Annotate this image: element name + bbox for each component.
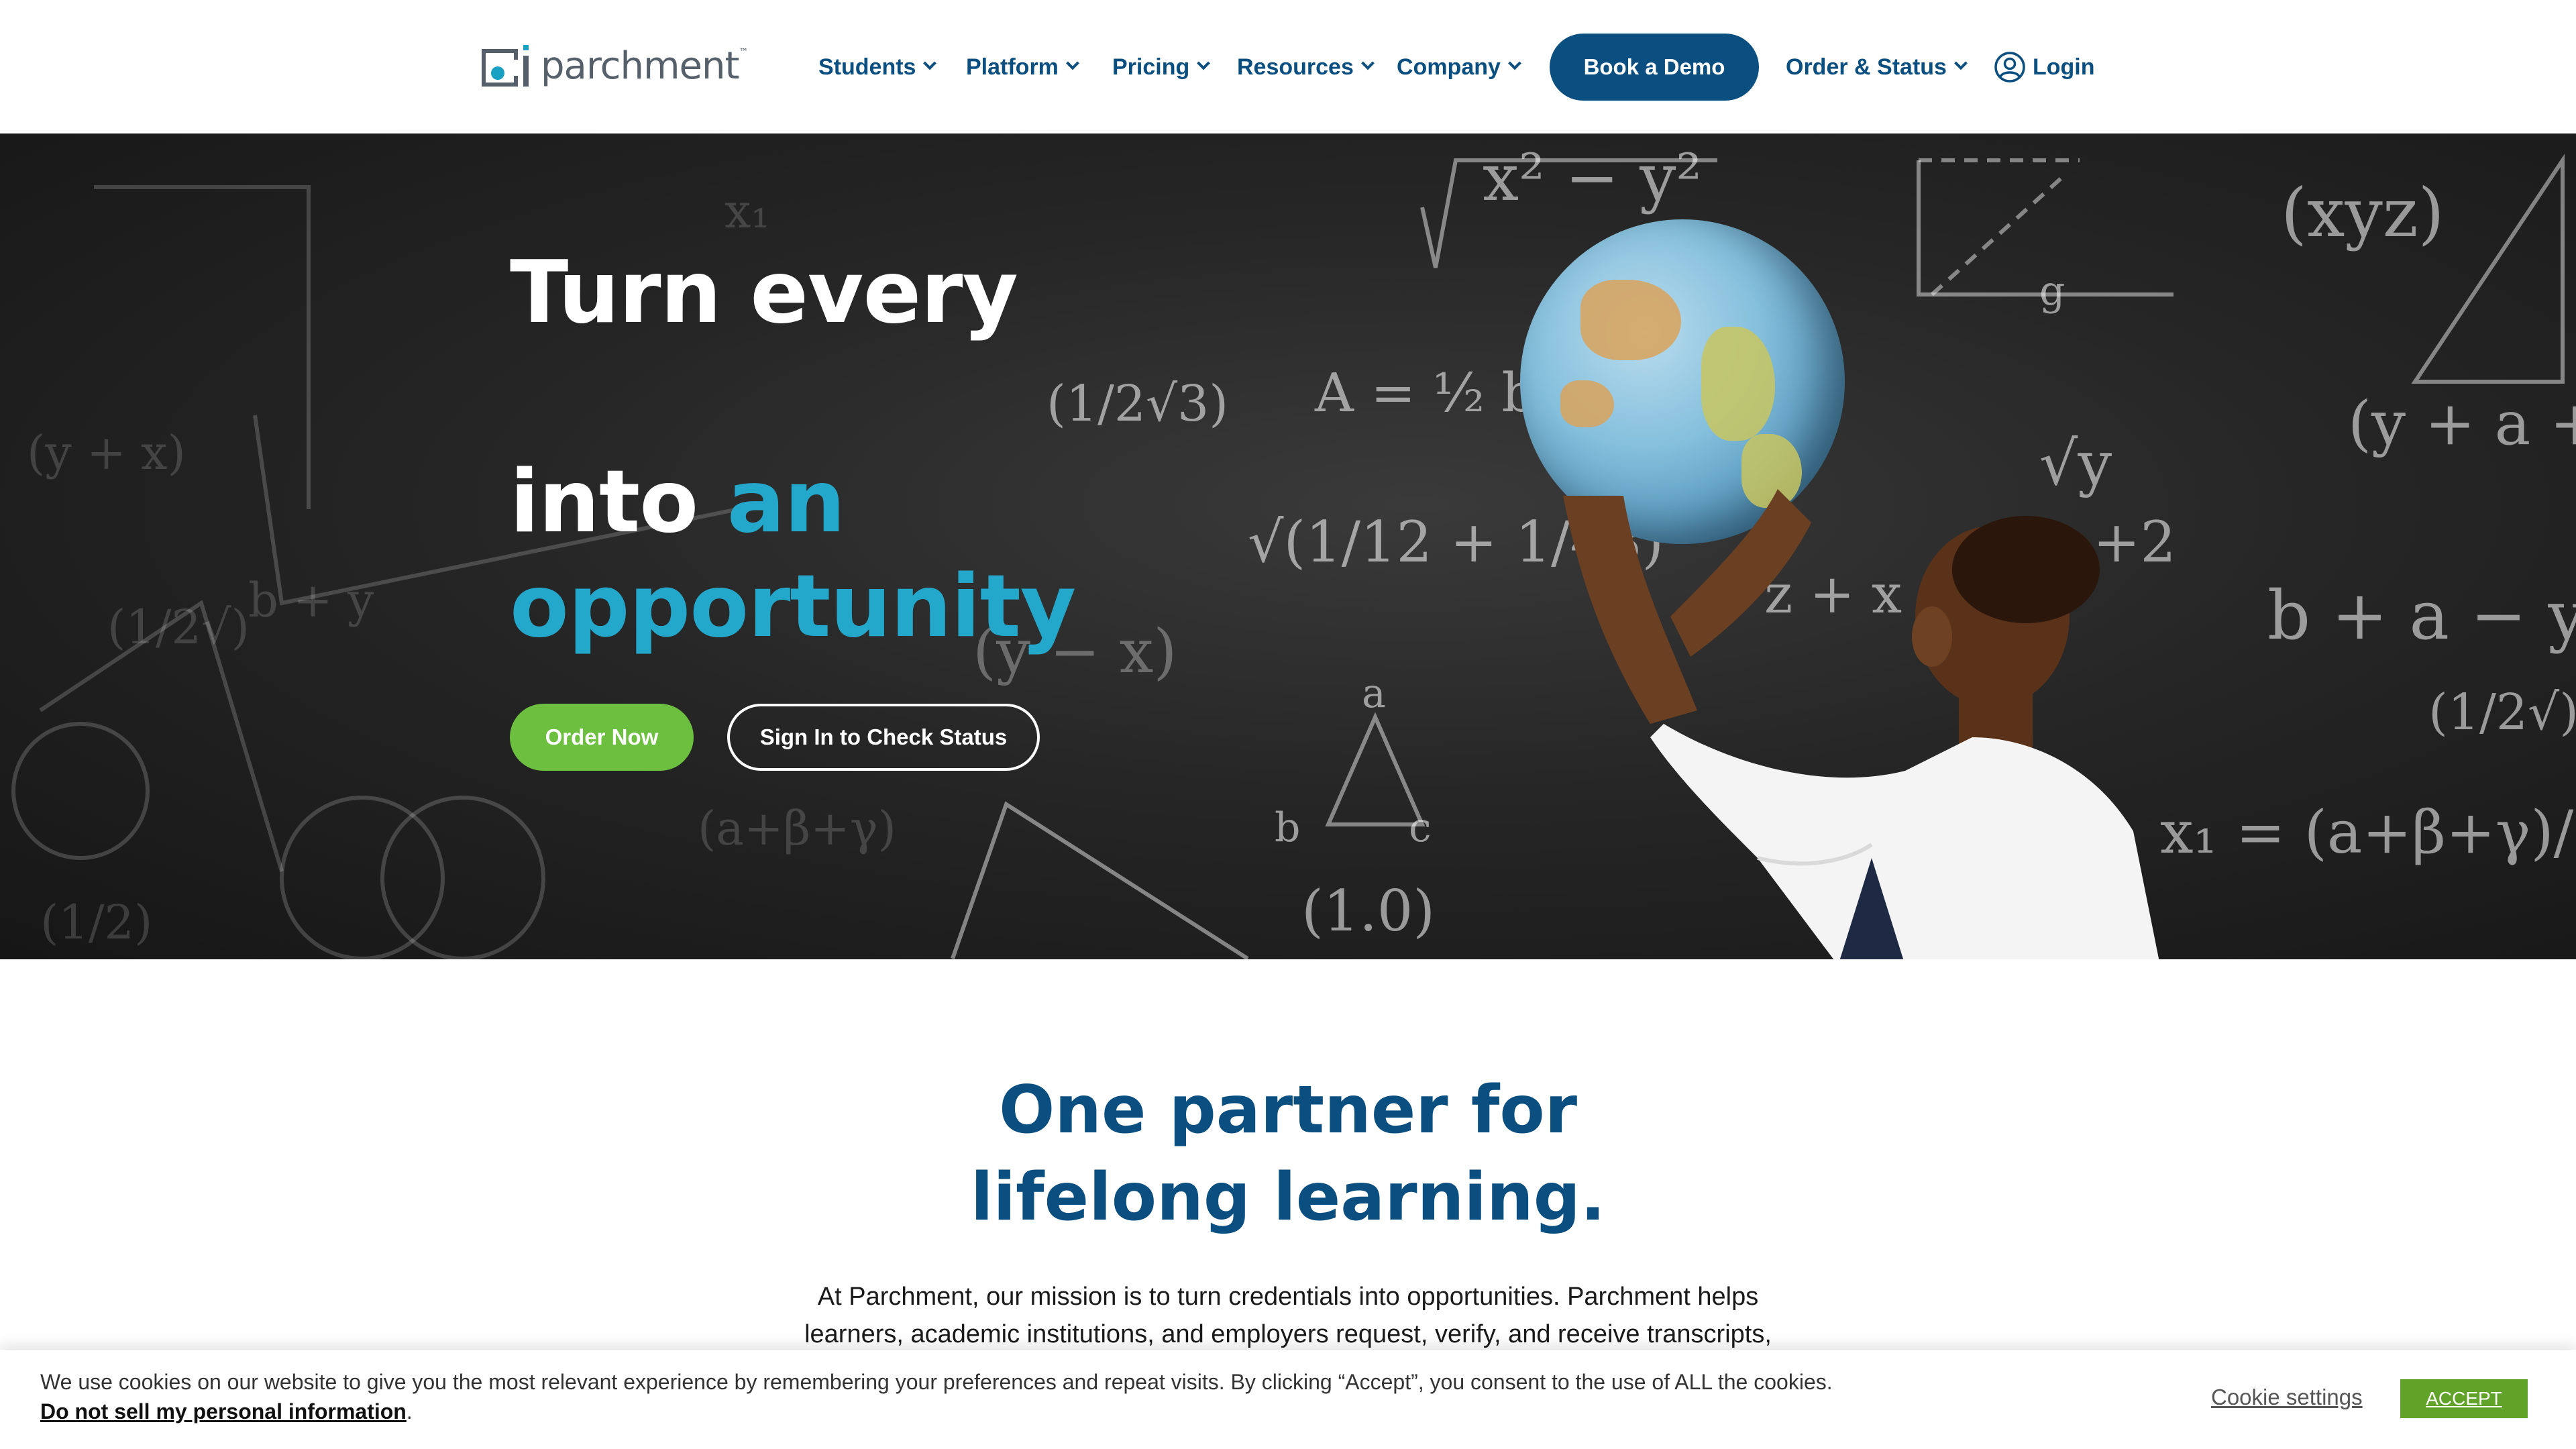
chevron-down-icon: [1197, 56, 1211, 70]
svg-text:x₁: x₁: [724, 184, 770, 239]
nav-resources[interactable]: Resources: [1237, 34, 1375, 101]
chevron-down-icon: [923, 56, 937, 70]
svg-text:(1/2): (1/2): [40, 895, 152, 950]
chalk-drawings: (y + x) (1/2√) (1/2) (a+β+γ) x₁ b + y: [11, 154, 2565, 959]
hero-headline: Turn every into an opportunity: [510, 241, 1248, 659]
nav-platform-label: Platform: [966, 54, 1059, 80]
section-title-line2: lifelong learning.: [970, 1159, 1606, 1236]
cookie-text: We use cookies on our website to give yo…: [40, 1370, 1833, 1394]
cookie-period: .: [406, 1399, 413, 1424]
parchment-logo-icon: [482, 45, 529, 88]
login-link[interactable]: Login: [1994, 34, 2095, 101]
hero-section: x² − y² A = ½ bh (xyz) √(1/12 + 1/48) z …: [0, 133, 2576, 959]
order-now-button[interactable]: Order Now: [510, 704, 694, 771]
book-demo-button[interactable]: Book a Demo: [1550, 34, 1759, 101]
svg-text:(a+β+γ): (a+β+γ): [698, 801, 896, 856]
site-header: parchment™ Students Platform Pricing Res…: [0, 0, 2576, 133]
nav-students[interactable]: Students: [818, 34, 937, 101]
student-image: [1563, 489, 2159, 959]
brand-name: parchment™: [541, 44, 748, 88]
do-not-sell-link[interactable]: Do not sell my personal information: [40, 1399, 407, 1424]
user-icon: [1994, 52, 2025, 83]
section-title-line1: One partner for: [998, 1072, 1578, 1148]
hero-headline-line3: opportunity: [510, 557, 1076, 657]
section-title: One partner for lifelong learning.: [0, 1067, 2576, 1241]
cookie-message: We use cookies on our website to give yo…: [40, 1367, 1851, 1426]
cookie-consent-bar: We use cookies on our website to give yo…: [0, 1350, 2576, 1449]
svg-text:(y + x): (y + x): [27, 425, 186, 480]
chevron-down-icon: [1508, 56, 1521, 70]
nav-students-label: Students: [818, 54, 916, 80]
accept-cookies-button[interactable]: ACCEPT: [2400, 1379, 2528, 1418]
login-label: Login: [2033, 54, 2095, 80]
svg-text:(1/2√): (1/2√): [107, 600, 250, 655]
svg-text:b + y: b + y: [248, 573, 374, 628]
chevron-down-icon: [1954, 56, 1968, 70]
nav-resources-label: Resources: [1237, 54, 1354, 80]
nav-order-status[interactable]: Order & Status: [1786, 34, 1968, 101]
parchment-logo[interactable]: parchment™: [482, 44, 748, 89]
mission-paragraph: At Parchment, our mission is to turn cre…: [804, 1283, 1772, 1348]
nav-pricing-label: Pricing: [1112, 54, 1190, 80]
nav-pricing[interactable]: Pricing: [1112, 34, 1211, 101]
chevron-down-icon: [1066, 56, 1079, 70]
nav-platform[interactable]: Platform: [966, 34, 1079, 101]
sign-in-check-status-button[interactable]: Sign In to Check Status: [727, 704, 1040, 771]
hero-headline-line1: Turn every: [510, 243, 1018, 343]
nav-company[interactable]: Company: [1397, 34, 1521, 101]
nav-order-status-label: Order & Status: [1786, 54, 1947, 80]
hero-headline-line2b: an: [727, 452, 845, 552]
chevron-down-icon: [1360, 56, 1375, 70]
hero-headline-line2a: into: [510, 452, 727, 552]
nav-company-label: Company: [1397, 54, 1501, 80]
cookie-settings-link[interactable]: Cookie settings: [2211, 1385, 2363, 1410]
